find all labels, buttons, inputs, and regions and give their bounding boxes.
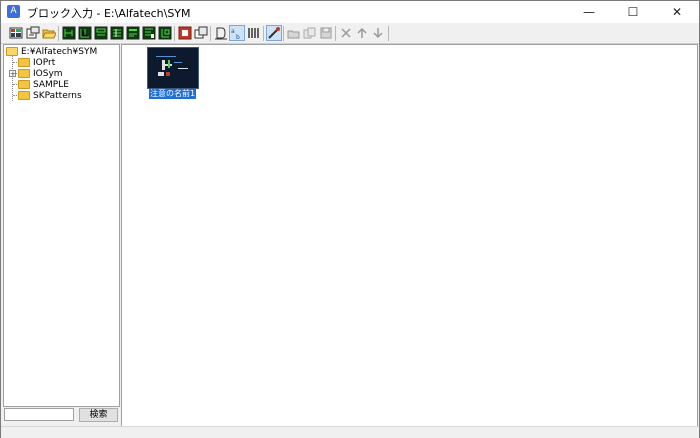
folder-icon xyxy=(18,69,30,78)
tree-item-ioprt[interactable]: IOPrt xyxy=(18,57,55,68)
block-thumbnail[interactable] xyxy=(147,47,199,89)
tree-item-label: E:¥Alfatech¥SYM xyxy=(21,46,98,57)
toolbar-separator xyxy=(263,26,264,41)
open-folder-icon[interactable] xyxy=(41,25,57,41)
toolbar-separator xyxy=(58,26,59,41)
block-file-label[interactable]: 注意の名前1 xyxy=(149,89,197,99)
toolbar-separator xyxy=(388,26,389,41)
toolbar-separator xyxy=(283,26,284,41)
main-window: A ブロック入力 - E:\Alfatech\SYM — ☐ ✕ a b E:¥… xyxy=(0,0,700,438)
toolbar-separator xyxy=(335,26,336,41)
title-bar[interactable]: A ブロック入力 - E:\Alfatech\SYM — ☐ ✕ xyxy=(1,1,699,23)
block-green-1-icon[interactable] xyxy=(61,25,77,41)
tree-item-skpatterns[interactable]: SKPatterns xyxy=(18,90,82,101)
new-folder-icon[interactable] xyxy=(286,25,302,41)
block-green-7-icon[interactable] xyxy=(157,25,173,41)
svg-text:a: a xyxy=(231,28,235,35)
app-icon: A xyxy=(7,5,20,18)
block-green-6-icon[interactable] xyxy=(141,25,157,41)
save-icon[interactable] xyxy=(318,25,334,41)
block-red-icon[interactable] xyxy=(177,25,193,41)
toolbar: ab xyxy=(1,23,699,44)
expand-icon[interactable]: + xyxy=(9,70,16,78)
status-bar xyxy=(1,426,699,438)
folder-open-icon xyxy=(6,47,18,56)
copy-icon[interactable] xyxy=(302,25,318,41)
block-green-3-icon[interactable] xyxy=(93,25,109,41)
block-green-4-icon[interactable] xyxy=(109,25,125,41)
block-green-5-icon[interactable] xyxy=(125,25,141,41)
grid-view-icon[interactable] xyxy=(8,25,24,41)
tree-item-label: SAMPLE xyxy=(33,79,69,90)
folder-tree[interactable]: E:¥Alfatech¥SYM IOPrt + IOSym SAMPLE SKP… xyxy=(3,44,120,407)
toolbar-separator xyxy=(174,26,175,41)
delete-icon[interactable] xyxy=(338,25,354,41)
toolbar-separator xyxy=(210,26,211,41)
block-preview-image xyxy=(156,56,188,76)
copy-window-icon[interactable] xyxy=(193,25,209,41)
text-edit-icon[interactable] xyxy=(213,25,229,41)
tree-item-iosym[interactable]: IOSym xyxy=(18,68,63,79)
tree-item-label: IOSym xyxy=(33,68,63,79)
sort-icon[interactable]: ab xyxy=(229,25,245,41)
close-button[interactable]: ✕ xyxy=(655,1,699,23)
folder-icon xyxy=(18,58,30,67)
search-input[interactable] xyxy=(4,408,74,421)
block-green-2-icon[interactable] xyxy=(77,25,93,41)
svg-text:b: b xyxy=(236,34,240,40)
search-button[interactable]: 検索 xyxy=(79,408,118,422)
window-title: ブロック入力 - E:\Alfatech\SYM xyxy=(27,7,191,20)
tree-item-sample[interactable]: SAMPLE xyxy=(18,79,69,90)
minimize-button[interactable]: — xyxy=(567,1,611,23)
columns-icon[interactable] xyxy=(246,25,262,41)
arrow-down-icon[interactable] xyxy=(370,25,386,41)
tree-item-label: SKPatterns xyxy=(33,90,82,101)
file-list-pane[interactable]: 注意の名前1 xyxy=(121,44,698,427)
arrow-up-icon[interactable] xyxy=(354,25,370,41)
maximize-button[interactable]: ☐ xyxy=(611,1,655,23)
folder-icon xyxy=(18,91,30,100)
tree-item-label: IOPrt xyxy=(33,57,56,68)
properties-icon[interactable] xyxy=(25,25,41,41)
folder-icon xyxy=(18,80,30,89)
tree-item-root[interactable]: E:¥Alfatech¥SYM xyxy=(6,46,97,57)
magic-wand-icon[interactable] xyxy=(266,25,282,41)
